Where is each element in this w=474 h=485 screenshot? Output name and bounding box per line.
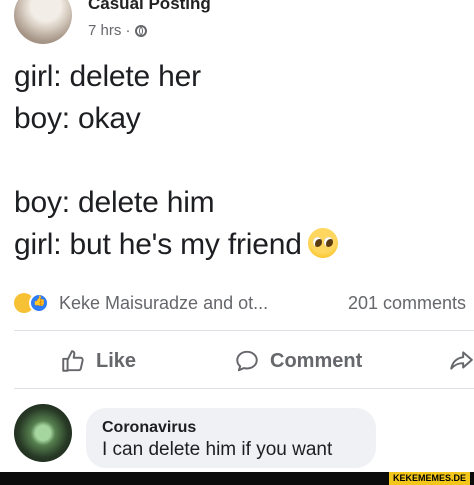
thumbs-up-icon: [62, 350, 84, 372]
commenter-avatar[interactable]: [14, 404, 72, 462]
divider: [14, 330, 474, 331]
post-line: boy: okay: [14, 102, 141, 135]
post-line: boy: delete him: [14, 186, 215, 219]
post-spacer: [14, 140, 338, 182]
comment-button[interactable]: Comment: [234, 348, 362, 374]
comment-author[interactable]: Coronavirus: [102, 418, 360, 438]
post-actions: Like Comment: [0, 340, 474, 380]
post-body: girl: delete her boy: okay boy: delete h…: [14, 56, 338, 266]
globe-icon: [134, 24, 147, 37]
share-icon: [450, 351, 473, 370]
comment-text: I can delete him if you want: [102, 439, 333, 460]
post-line: girl: but he's my friend: [14, 228, 302, 261]
reactors-text[interactable]: Keke Maisuradze and ot...: [59, 293, 268, 314]
comment-label: Comment: [270, 349, 363, 372]
like-button[interactable]: Like: [60, 348, 136, 374]
like-icon[interactable]: [29, 293, 49, 313]
post-line: girl: delete her: [14, 60, 201, 93]
post-time[interactable]: 7 hrs ·: [88, 22, 131, 39]
post-author[interactable]: Casual Posting: [88, 0, 211, 14]
author-avatar[interactable]: [14, 0, 72, 44]
divider: [14, 388, 474, 389]
like-label: Like: [96, 349, 137, 372]
pleading-face-icon: [307, 228, 338, 258]
reactions-bar: Keke Maisuradze and ot... 201 comments: [14, 288, 474, 318]
watermark: KEKEMEMES.DE: [388, 472, 470, 485]
post-meta: 7 hrs ·: [88, 22, 147, 39]
comments-count[interactable]: 201 comments: [348, 293, 466, 314]
post-line-with-emoji: girl: but he's my friend: [14, 224, 338, 266]
speech-bubble-icon: [236, 350, 258, 372]
comment-bubble: Coronavirus I can delete him if you want: [86, 408, 376, 468]
share-button[interactable]: [448, 348, 474, 374]
